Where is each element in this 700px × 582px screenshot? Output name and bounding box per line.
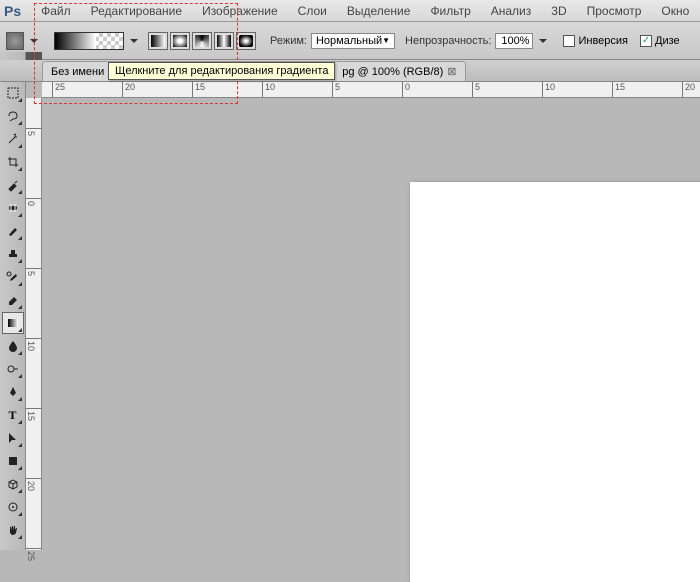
mode-value: Нормальный bbox=[316, 35, 382, 47]
menu-image[interactable]: Изображение bbox=[192, 2, 288, 20]
gradient-reflected-button[interactable] bbox=[214, 32, 234, 50]
tab-title-prefix: Без имени bbox=[51, 66, 104, 78]
tab-close-icon[interactable]: ⊠ bbox=[447, 65, 456, 78]
gradient-preview[interactable] bbox=[54, 32, 124, 50]
document-canvas[interactable] bbox=[410, 182, 700, 582]
app-logo: Ps bbox=[4, 3, 21, 19]
menu-3d[interactable]: 3D bbox=[541, 2, 576, 20]
ruler-vertical[interactable]: 50510152025 bbox=[26, 98, 42, 550]
gradient-linear-button[interactable] bbox=[148, 32, 168, 50]
menu-file[interactable]: Файл bbox=[31, 2, 81, 20]
menubar: Ps Файл Редактирование Изображение Слои … bbox=[0, 0, 700, 22]
gradient-picker-dropdown[interactable] bbox=[128, 32, 140, 50]
work-area: 25201510505101520 50510152025 bbox=[0, 82, 700, 550]
gradient-angle-button[interactable] bbox=[192, 32, 212, 50]
opacity-dropdown[interactable] bbox=[537, 32, 549, 50]
optionsbar: Режим: Нормальный▼ Непрозрачность: 100% … bbox=[0, 22, 700, 60]
menu-select[interactable]: Выделение bbox=[337, 2, 421, 20]
menu-window[interactable]: Окно bbox=[651, 2, 699, 20]
mode-select[interactable]: Нормальный▼ bbox=[311, 33, 395, 49]
menu-layers[interactable]: Слои bbox=[288, 2, 337, 20]
mode-label: Режим: bbox=[270, 35, 307, 47]
canvas-area[interactable] bbox=[42, 98, 700, 550]
dither-checkbox-wrap[interactable]: Дизе bbox=[640, 35, 680, 47]
tool-preset-dropdown[interactable] bbox=[28, 32, 40, 50]
menu-analysis[interactable]: Анализ bbox=[481, 2, 542, 20]
tool-preset-icon[interactable] bbox=[6, 32, 24, 50]
menu-view[interactable]: Просмотр bbox=[577, 2, 652, 20]
menu-filter[interactable]: Фильтр bbox=[420, 2, 480, 20]
gradient-diamond-button[interactable] bbox=[236, 32, 256, 50]
invert-checkbox-wrap[interactable]: Инверсия bbox=[563, 35, 628, 47]
invert-checkbox[interactable] bbox=[563, 35, 575, 47]
gradient-type-group bbox=[148, 32, 256, 50]
opacity-input[interactable]: 100% bbox=[495, 33, 533, 49]
tab-title-suffix: pg @ 100% (RGB/8) bbox=[342, 66, 443, 78]
document-tabbar: Без имени pg @ 100% (RGB/8) ⊠ Щелкните д… bbox=[0, 60, 700, 82]
opacity-label: Непрозрачность: bbox=[405, 35, 491, 47]
ruler-horizontal[interactable]: 25201510505101520 bbox=[42, 82, 700, 98]
dither-checkbox[interactable] bbox=[640, 35, 652, 47]
invert-label: Инверсия bbox=[578, 35, 628, 47]
dither-label: Дизе bbox=[655, 35, 680, 47]
gradient-radial-button[interactable] bbox=[170, 32, 190, 50]
menu-edit[interactable]: Редактирование bbox=[81, 2, 192, 20]
gradient-tooltip: Щелкните для редактирования градиента bbox=[108, 62, 335, 80]
